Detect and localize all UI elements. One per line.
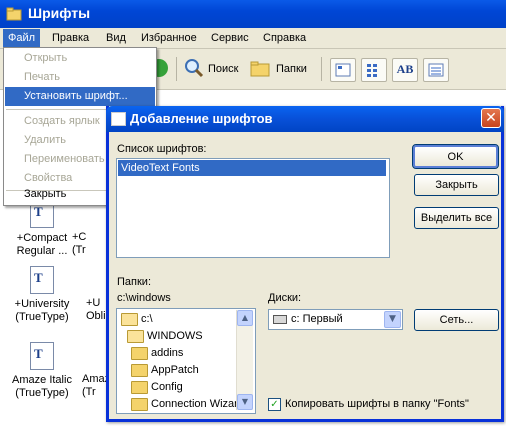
folder-icon [131,397,148,411]
font-list-box[interactable]: VideoText Fonts [116,158,390,258]
font-file-type: (Tr [82,386,96,398]
menu-install-font[interactable]: Установить шрифт... [5,87,155,106]
toolbar-separator [321,57,322,81]
font-file-item[interactable]: Amaz (Tr [82,342,111,399]
font-file-name: +U [86,297,101,309]
select-all-button[interactable]: Выделить все [414,207,499,229]
drives-label: Диски: [268,292,302,304]
scroll-down-icon[interactable]: ▼ [237,394,253,410]
hard-drive-icon [273,315,287,324]
ok-button[interactable]: OK [412,144,499,169]
search-icon [184,58,204,81]
menu-favorites[interactable]: Избранное [136,29,202,47]
folder-item[interactable]: Config [131,379,183,395]
truetype-font-icon: T [30,266,54,294]
search-label: Поиск [208,63,239,75]
open-folder-icon [127,329,144,343]
drive-value: c: Первый [291,313,343,325]
folder-item[interactable]: Connection Wizar [131,396,238,412]
open-folder-icon [121,312,138,326]
view-list-icon [367,64,377,77]
folder-item[interactable]: WINDOWS [127,328,203,344]
window-title: Шрифты [28,5,91,21]
folder-item[interactable]: addins [131,345,183,361]
folders-button[interactable]: Папки [250,57,307,81]
folder-item[interactable]: c:\ [121,311,153,327]
truetype-font-icon: T [30,342,54,370]
folder-tree-list[interactable]: c:\ WINDOWS addins AppPatch Config Conne… [116,308,256,414]
search-button[interactable]: Поиск [184,57,238,81]
font-list-item[interactable]: VideoText Fonts [118,160,386,176]
folder-name: Config [151,381,183,393]
font-file-type: Regular ... [16,245,68,257]
main-title-bar: Шрифты [0,0,506,28]
font-file-name: Amaze Italic [12,374,72,386]
folder-icon [131,346,148,360]
folder-name: Connection Wizar [151,398,238,410]
font-list-label: Список шрифтов: [117,143,207,155]
menu-help[interactable]: Справка [258,29,311,47]
menu-tools[interactable]: Сервис [206,29,254,47]
folder-list-scrollbar[interactable]: ▲ ▼ [236,310,253,410]
folder-name: AppPatch [151,364,199,376]
scroll-up-icon[interactable]: ▲ [237,310,253,326]
menu-bar: Файл Правка Вид Избранное Сервис Справка [0,28,506,49]
font-file-type: Obli [86,310,106,322]
font-file-type: (TrueType) [15,387,69,399]
view-similarity-button[interactable]: AB [392,58,418,82]
close-button[interactable]: Закрыть [414,174,499,196]
toolbar-separator [176,57,177,81]
font-file-item[interactable]: T Amaze Italic (TrueType) [4,342,80,400]
menu-edit[interactable]: Правка [47,29,94,47]
folders-label: Папки [276,63,307,75]
dialog-close-button[interactable]: ✕ [481,108,501,128]
view-list-button[interactable] [361,58,387,82]
font-file-name: +C [72,231,87,243]
checkmark-icon: ✓ [270,399,279,410]
font-file-type: (TrueType) [15,311,69,323]
font-file-name: +University [14,298,70,310]
folder-item[interactable]: AppPatch [131,362,199,378]
drive-select[interactable]: c: Первый ▼ [268,309,403,330]
folder-icon [131,363,148,377]
dialog-title-bar: Добавление шрифтов ✕ [106,106,504,132]
menu-file[interactable]: Файл [3,29,41,47]
font-file-item[interactable]: +C (Tr [72,200,102,257]
view-large-icons-button[interactable] [330,58,356,82]
view-details-icon [428,63,444,77]
dialog-title: Добавление шрифтов [130,111,273,126]
folder-name: addins [151,347,184,359]
view-details-button[interactable] [423,58,449,82]
chevron-down-icon[interactable]: ▼ [384,311,401,328]
font-file-name: +Compact [16,232,68,244]
current-path: c:\windows [117,292,171,304]
network-button[interactable]: Сеть... [414,309,499,331]
copy-fonts-checkbox[interactable]: ✓ [268,398,281,411]
menu-open[interactable]: Открыть [5,49,155,68]
font-file-item[interactable]: T +Compact Regular ... [4,200,80,258]
folder-name: WINDOWS [147,330,203,342]
font-file-item[interactable]: +U Obli [86,266,108,323]
close-icon: ✕ [485,110,497,126]
menu-print[interactable]: Печать [5,68,155,87]
font-file-name: Amaz [82,373,111,385]
folder-name: c:\ [141,313,153,325]
dialog-window-icon [111,112,126,126]
font-file-type: (Tr [72,244,86,256]
font-file-item[interactable]: T +University (TrueType) [4,266,80,324]
fonts-folder-icon [6,6,22,22]
folder-icon [131,380,148,394]
view-large-icons-icon [335,63,351,77]
folders-label: Папки: [117,276,151,288]
copy-fonts-label[interactable]: Копировать шрифты в папку "Fonts" [285,398,469,410]
menu-view[interactable]: Вид [101,29,131,47]
folders-icon [250,59,272,80]
